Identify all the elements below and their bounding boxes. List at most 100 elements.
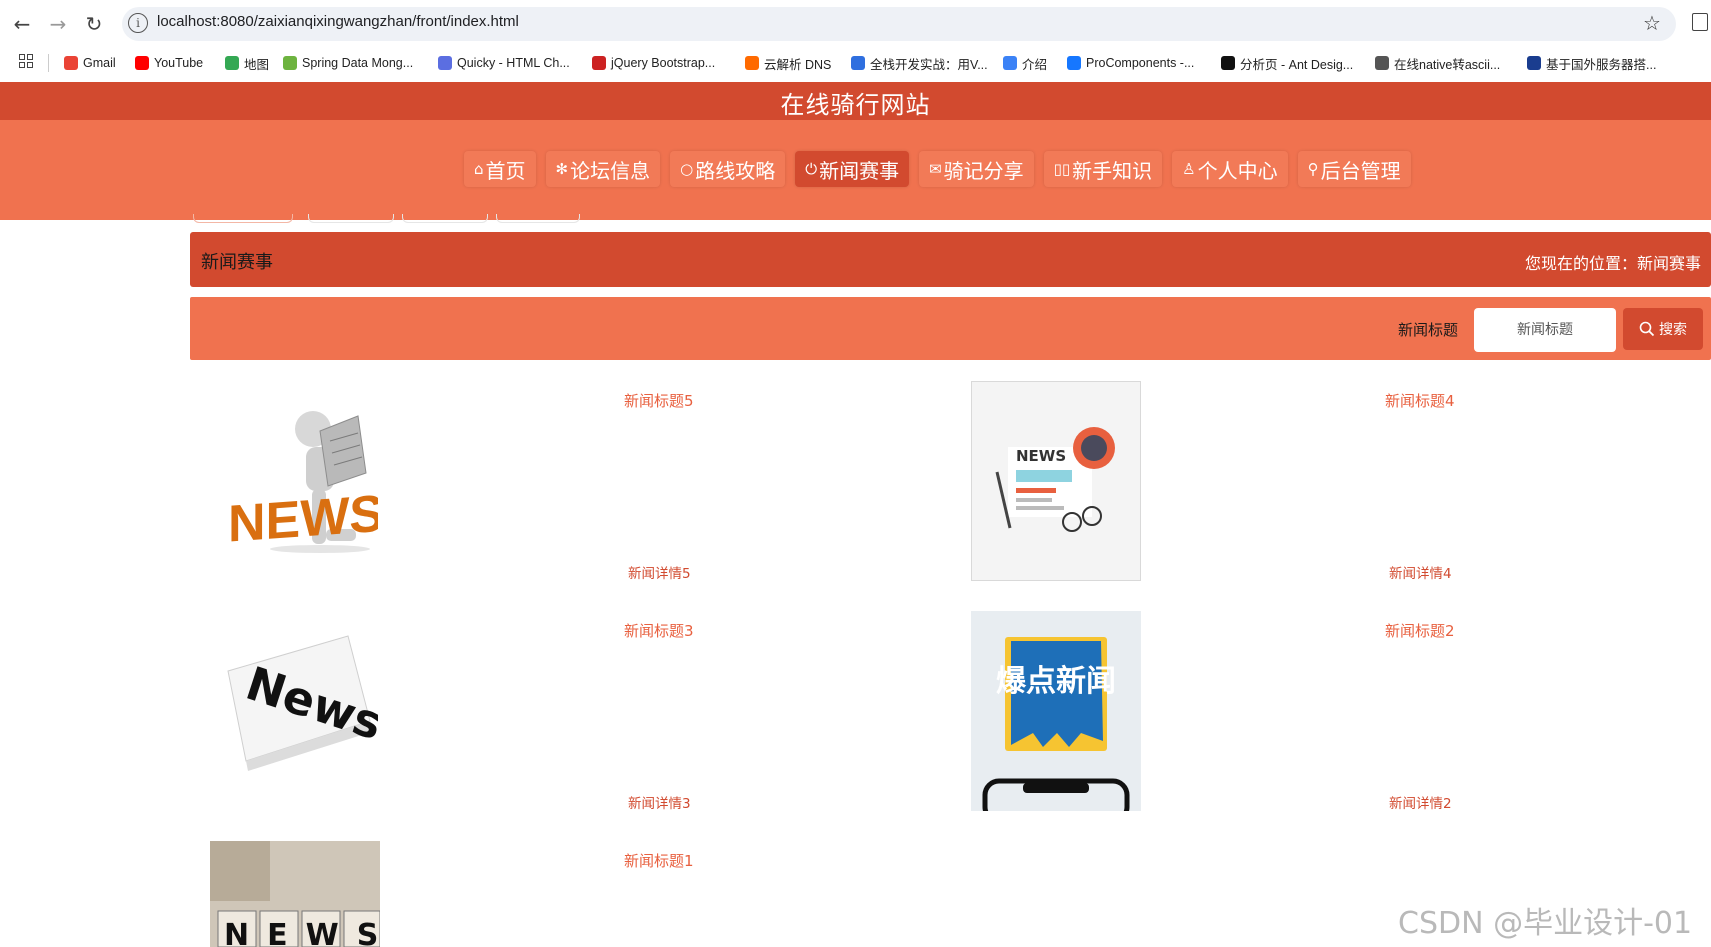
bookmark-label: 全栈开发实战：用V... bbox=[870, 57, 988, 72]
bookmark-8[interactable]: 介绍 bbox=[1003, 54, 1047, 72]
reload-icon[interactable]: ↻ bbox=[80, 10, 108, 38]
bookmark-label: Spring Data Mong... bbox=[302, 56, 414, 70]
nav-item-label: 个人中心 bbox=[1197, 158, 1278, 183]
bookmark-label: YouTube bbox=[154, 56, 204, 70]
bookmark-6[interactable]: 云解析 DNS bbox=[745, 54, 831, 72]
nav-shadow-tab bbox=[308, 214, 394, 223]
news-detail-3[interactable]: 新闻详情3 bbox=[628, 792, 691, 812]
aliyun-icon bbox=[745, 56, 759, 70]
nav-item-label: 后台管理 bbox=[1320, 158, 1401, 183]
nav-item-label: 路线攻略 bbox=[695, 158, 776, 183]
nav-icon: ♙ bbox=[1182, 160, 1196, 178]
news-image-3[interactable]: News bbox=[208, 611, 378, 786]
quicky-icon bbox=[438, 56, 452, 70]
antd-icon bbox=[1067, 56, 1081, 70]
news-3d-figure-image: NEWS bbox=[228, 411, 378, 554]
apps-grid-icon[interactable] bbox=[19, 54, 33, 68]
bookmark-2[interactable]: 地图 bbox=[225, 54, 269, 72]
bookmark-5[interactable]: jQuery Bootstrap... bbox=[592, 54, 715, 72]
search-button[interactable]: 搜索 bbox=[1623, 308, 1703, 350]
news-image-2[interactable]: 爆点新闻 bbox=[971, 611, 1141, 811]
flag-icon bbox=[1527, 56, 1541, 70]
bookmarks-divider bbox=[48, 54, 49, 72]
nav-item-7[interactable]: ⚲ 后台管理 bbox=[1297, 151, 1411, 187]
bookmark-star-icon[interactable]: ☆ bbox=[1643, 11, 1661, 35]
search-label: 新闻标题 bbox=[1398, 321, 1459, 339]
nav-item-label: 首页 bbox=[485, 158, 526, 183]
bookmark-label: Quicky - HTML Ch... bbox=[457, 56, 570, 70]
news-title-3[interactable]: 新闻标题3 bbox=[624, 620, 694, 641]
bookmark-12[interactable]: 基于国外服务器搭... bbox=[1527, 54, 1656, 72]
news-detail-5[interactable]: 新闻详情5 bbox=[628, 562, 691, 582]
jquery-icon bbox=[592, 56, 606, 70]
news-title-4[interactable]: 新闻标题4 bbox=[1385, 390, 1455, 411]
site-title: 在线骑行网站 bbox=[780, 91, 931, 119]
news-title-2[interactable]: 新闻标题2 bbox=[1385, 620, 1455, 641]
news-detail-2[interactable]: 新闻详情2 bbox=[1389, 792, 1452, 812]
news-detail-4[interactable]: 新闻详情4 bbox=[1389, 562, 1452, 582]
nav-icon: ✻ bbox=[555, 160, 569, 178]
bookmark-label: 介绍 bbox=[1022, 57, 1048, 72]
back-icon[interactable]: ← bbox=[8, 10, 36, 38]
bookmark-4[interactable]: Quicky - HTML Ch... bbox=[438, 54, 570, 72]
nav-item-3[interactable]: ⏻ 新闻赛事 bbox=[795, 151, 910, 187]
bookmark-label: 地图 bbox=[244, 57, 270, 72]
bookmark-7[interactable]: 全栈开发实战：用V... bbox=[851, 54, 988, 72]
nav-item-label: 新闻赛事 bbox=[819, 158, 900, 183]
newspaper-image: News bbox=[227, 635, 378, 771]
extensions-icon[interactable] bbox=[1692, 13, 1708, 31]
nav-shadow-tab bbox=[402, 214, 488, 223]
page-title: 新闻赛事 bbox=[201, 252, 273, 273]
news-cubes-text: NEWS bbox=[224, 918, 380, 947]
youtube-icon bbox=[135, 56, 149, 70]
nav-item-2[interactable]: ○ 路线攻略 bbox=[670, 151, 786, 187]
nav-icon: ○ bbox=[680, 160, 694, 178]
bookmark-10[interactable]: 分析页 - Ant Desig... bbox=[1221, 54, 1353, 72]
nav-shadow-tab bbox=[193, 214, 293, 223]
search-input[interactable] bbox=[1474, 308, 1616, 352]
nav-item-0[interactable]: ⌂ 首页 bbox=[464, 151, 536, 187]
nav-icon: ⏻ bbox=[805, 160, 818, 178]
nav-item-label: 论坛信息 bbox=[570, 158, 651, 183]
site-info-icon[interactable]: i bbox=[128, 13, 148, 33]
m-icon bbox=[851, 56, 865, 70]
nav-icon: ⚲ bbox=[1307, 160, 1319, 178]
bookmark-label: Gmail bbox=[83, 56, 116, 70]
breadcrumb: 您现在的位置：新闻赛事 bbox=[1524, 254, 1701, 273]
bookmark-9[interactable]: ProComponents -... bbox=[1067, 54, 1194, 72]
nav-item-6[interactable]: ♙ 个人中心 bbox=[1172, 151, 1288, 187]
url-text[interactable]: localhost:8080/zaixianqixingwangzhan/fro… bbox=[157, 13, 519, 30]
nav-shadow-tab bbox=[496, 214, 580, 223]
news-logo-text: NEWS bbox=[228, 485, 378, 554]
bookmark-label: 云解析 DNS bbox=[764, 57, 832, 72]
bookmark-label: ProComponents -... bbox=[1086, 56, 1195, 70]
news-illustration-text: NEWS bbox=[1016, 447, 1066, 465]
search-button-label: 搜索 bbox=[1659, 322, 1687, 338]
nav-item-label: 骑记分享 bbox=[943, 158, 1024, 183]
bookmark-11[interactable]: 在线native转ascii... bbox=[1375, 54, 1500, 72]
news-image-5[interactable]: NEWS bbox=[208, 381, 378, 556]
bookmark-label: jQuery Bootstrap... bbox=[611, 56, 716, 70]
nav-item-4[interactable]: ✉ 骑记分享 bbox=[919, 151, 1034, 187]
gmail-icon bbox=[64, 56, 78, 70]
news-image-1[interactable]: NEWS bbox=[210, 841, 380, 947]
nav-icon: ✉ bbox=[929, 160, 942, 178]
nav-item-label: 新手知识 bbox=[1072, 158, 1153, 183]
world-icon bbox=[1375, 56, 1389, 70]
bookmark-label: 分析页 - Ant Desig... bbox=[1240, 57, 1354, 72]
news-cubes-image: NEWS bbox=[210, 841, 380, 947]
nav-item-5[interactable]: ▯▯ 新手知识 bbox=[1043, 151, 1163, 187]
search-icon bbox=[1639, 321, 1655, 337]
breadcrumb-bar bbox=[190, 232, 1711, 287]
bookmark-label: 基于国外服务器搭... bbox=[1546, 57, 1657, 72]
bookmark-1[interactable]: YouTube bbox=[135, 54, 203, 72]
nav-item-1[interactable]: ✻ 论坛信息 bbox=[545, 151, 661, 187]
news-title-5[interactable]: 新闻标题5 bbox=[624, 390, 694, 411]
bookmark-3[interactable]: Spring Data Mong... bbox=[283, 54, 413, 72]
forward-icon[interactable]: → bbox=[44, 10, 72, 38]
globe-icon bbox=[1003, 56, 1017, 70]
news-image-4[interactable]: NEWS bbox=[971, 381, 1141, 581]
news-title-1[interactable]: 新闻标题1 bbox=[624, 850, 694, 871]
nav-items: ⌂ 首页 ✻ 论坛信息 ○ 路线攻略 ⏻ 新闻赛事 ✉ 骑记分享 ▯▯ 新手知识 ♙ 个人中心 ⚲ 后台管理 bbox=[464, 151, 1411, 187]
bookmark-0[interactable]: Gmail bbox=[64, 54, 116, 72]
